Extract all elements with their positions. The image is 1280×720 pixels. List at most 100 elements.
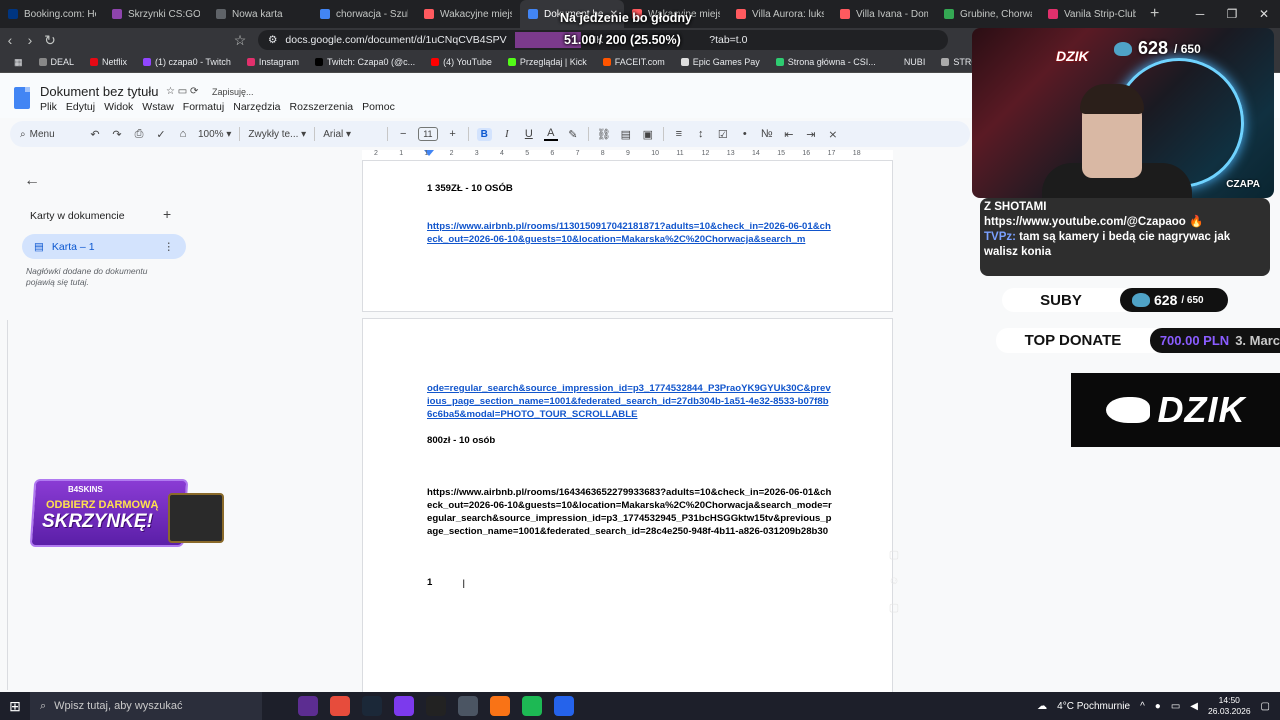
star-icon[interactable]: ☆	[166, 86, 175, 97]
undo-icon[interactable]: ↶	[88, 128, 102, 141]
menu-tools[interactable]: Narzędzia	[233, 101, 280, 113]
reload-icon[interactable]: ↻	[40, 32, 60, 49]
browser-tab[interactable]: Nowa karta	[208, 0, 312, 28]
bookmark-item[interactable]: Przeglądaj | Kick	[502, 57, 593, 67]
bookmark-item[interactable]: Strona główna - CSI...	[770, 57, 882, 67]
menu-view[interactable]: Widok	[104, 101, 133, 113]
emoji-icon[interactable]: ☺	[888, 575, 899, 587]
new-tab-button[interactable]: +	[1150, 5, 1159, 23]
more-options-icon[interactable]: ⋮	[164, 241, 175, 253]
horizontal-ruler[interactable]: 2 1 1 2 3 4 5 6 7 8 9 10 11 12 13 14 15 16 17 18	[362, 150, 893, 161]
browser-tab[interactable]: Grubine, Chorwacja	[936, 0, 1040, 28]
taskbar-app-icon[interactable]	[394, 696, 414, 716]
network-icon[interactable]: ▭	[1171, 701, 1180, 712]
back-icon[interactable]: ‹	[0, 32, 20, 48]
checklist-icon[interactable]: ☑	[716, 128, 730, 141]
document-page[interactable]: ode=regular_search&source_impression_id=…	[362, 318, 893, 698]
increase-size-icon[interactable]: +	[446, 128, 460, 140]
taskbar-search[interactable]: ⌕ Wpisz tutaj, aby wyszukać	[30, 692, 262, 720]
taskbar-app-icon[interactable]	[330, 696, 350, 716]
add-tab-icon[interactable]: +	[163, 206, 171, 222]
style-select[interactable]: Zwykły te... ▾	[248, 129, 306, 140]
bulleted-list-icon[interactable]: •	[738, 128, 752, 140]
zoom-select[interactable]: 100% ▾	[198, 129, 231, 140]
comment-icon[interactable]: ▤	[619, 128, 633, 141]
underline-button[interactable]: U	[522, 128, 536, 140]
text-color-button[interactable]: A	[543, 127, 558, 141]
bookmark-item[interactable]: FACEIT.com	[597, 57, 671, 67]
docs-logo-icon[interactable]	[14, 87, 30, 109]
maximize-icon[interactable]: ❐	[1216, 0, 1248, 28]
bookmark-item[interactable]: Netflix	[84, 57, 133, 67]
browser-tab[interactable]: Villa Ivana - Domy	[832, 0, 936, 28]
mic-icon[interactable]: ●	[1155, 701, 1161, 712]
font-size-input[interactable]: 11	[418, 127, 438, 141]
menu-format[interactable]: Formatuj	[183, 101, 224, 113]
print-icon[interactable]: ⎙	[132, 128, 146, 141]
increase-indent-icon[interactable]: ⇥	[804, 128, 818, 141]
typed-text[interactable]: 1	[427, 576, 833, 589]
bookmark-item[interactable]: DEAL	[33, 57, 81, 67]
menu-search[interactable]: ⌕ Menu	[20, 129, 80, 140]
notifications-icon[interactable]: ▢	[1261, 701, 1270, 712]
sidebar-item-tab-1[interactable]: ▤ Karta – 1 ⋮	[22, 234, 186, 259]
align-icon[interactable]: ≡	[672, 128, 686, 140]
bookmark-item[interactable]: (4) YouTube	[425, 57, 498, 67]
bookmark-star-icon[interactable]: ☆	[230, 32, 250, 49]
browser-tab[interactable]: Villa Aurora: luksus	[728, 0, 832, 28]
browser-tab[interactable]: Vanila Strip-Club M	[1040, 0, 1144, 28]
browser-tab[interactable]: Skrzynki CS:GO/CS2	[104, 0, 208, 28]
taskbar-app-icon[interactable]	[426, 696, 446, 716]
bookmark-item[interactable]: (1) czapa0 - Twitch	[137, 57, 237, 67]
volume-icon[interactable]: ◀	[1190, 701, 1198, 712]
redo-icon[interactable]: ↷	[110, 128, 124, 141]
spellcheck-icon[interactable]: ✓	[154, 128, 168, 141]
close-window-icon[interactable]: ✕	[1248, 0, 1280, 28]
clock[interactable]: 14:50 26.03.2026	[1208, 695, 1251, 717]
paint-format-icon[interactable]: ⌂	[176, 128, 190, 140]
apps-icon[interactable]: ▦	[8, 57, 29, 68]
minimize-icon[interactable]: ─	[1184, 0, 1216, 28]
taskbar-app-icon[interactable]	[522, 696, 542, 716]
line-spacing-icon[interactable]: ↕	[694, 128, 708, 140]
bookmark-item[interactable]: NUBI	[886, 57, 932, 67]
italic-button[interactable]: I	[500, 128, 514, 140]
image-icon[interactable]: ▣	[641, 128, 655, 141]
document-page[interactable]: 1 359ZŁ - 10 OSÓB https://www.airbnb.pl/…	[362, 161, 893, 312]
clear-format-icon[interactable]: ⨯	[826, 128, 840, 141]
doc-title[interactable]: Dokument bez tytułu	[40, 84, 159, 99]
forward-icon[interactable]: ›	[20, 32, 40, 48]
browser-tab[interactable]: chorwacja - Szukaj	[312, 0, 416, 28]
start-icon[interactable]: ⊞	[0, 698, 30, 715]
suggest-icon[interactable]: ▢	[889, 601, 899, 614]
back-arrow-icon[interactable]: ←	[24, 172, 40, 190]
listing-link[interactable]: ode=regular_search&source_impression_id=…	[427, 382, 833, 421]
menu-file[interactable]: Plik	[40, 101, 57, 113]
tray-chevron-icon[interactable]: ^	[1140, 701, 1145, 712]
font-select[interactable]: Arial ▾	[323, 129, 379, 140]
bookmark-item[interactable]: Instagram	[241, 57, 305, 67]
taskbar-app-icon[interactable]	[362, 696, 382, 716]
menu-insert[interactable]: Wstaw	[142, 101, 174, 113]
browser-tab[interactable]: Booking.com: Hotel	[0, 0, 104, 28]
decrease-indent-icon[interactable]: ⇤	[782, 128, 796, 141]
browser-tab[interactable]: Wakacyjne miejsca	[416, 0, 520, 28]
highlight-icon[interactable]: ✎	[566, 128, 580, 141]
bold-button[interactable]: B	[476, 127, 492, 141]
numbered-list-icon[interactable]: №	[760, 128, 774, 140]
site-info-icon[interactable]: ⚙	[268, 34, 277, 46]
bookmark-item[interactable]: Twitch: Czapa0 (@c...	[309, 57, 421, 67]
taskbar-app-icon[interactable]	[490, 696, 510, 716]
link-icon[interactable]: ⛓	[597, 128, 611, 141]
add-comment-icon[interactable]: ▢	[889, 548, 899, 561]
taskbar-app-icon[interactable]	[458, 696, 478, 716]
taskbar-app-icon[interactable]	[554, 696, 574, 716]
listing-link[interactable]: https://www.airbnb.pl/rooms/113015091704…	[427, 220, 833, 246]
menu-edit[interactable]: Edytuj	[66, 101, 95, 113]
decrease-size-icon[interactable]: −	[396, 128, 410, 140]
move-icon[interactable]: ▭	[178, 86, 187, 97]
menu-extensions[interactable]: Rozszerzenia	[290, 101, 354, 113]
bookmark-item[interactable]: Epic Games Pay	[675, 57, 766, 67]
taskbar-app-icon[interactable]	[298, 696, 318, 716]
menu-help[interactable]: Pomoc	[362, 101, 395, 113]
